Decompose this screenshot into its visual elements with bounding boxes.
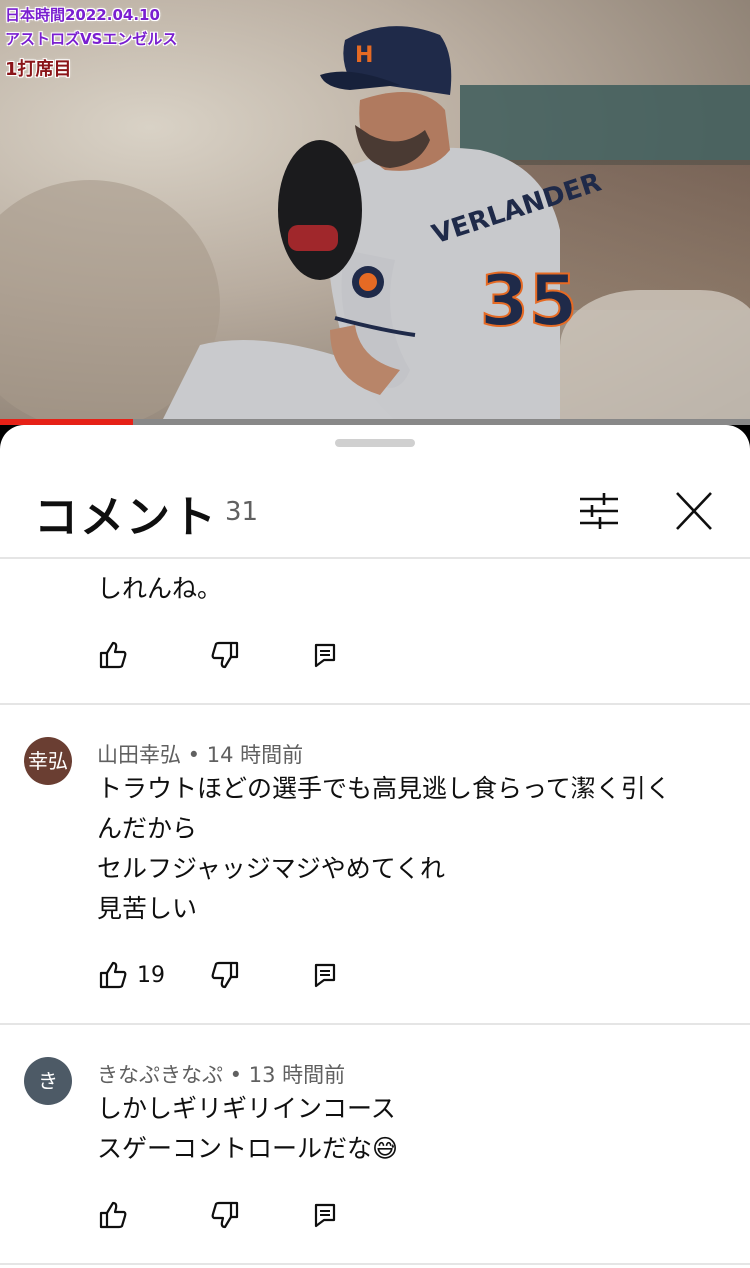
video-overlay-date: 日本時間2022.04.10 xyxy=(5,6,160,24)
comment-actions xyxy=(97,635,497,675)
close-button[interactable] xyxy=(665,485,723,537)
comment-item: しれんね。 xyxy=(0,559,750,705)
thumbs-down-icon xyxy=(211,1201,239,1229)
thumbs-up-icon xyxy=(99,1201,127,1229)
comments-count: 31 xyxy=(225,497,259,527)
dislike-button[interactable] xyxy=(209,1195,241,1235)
like-button[interactable] xyxy=(97,1195,129,1235)
video-player[interactable]: H VERLANDER 35 日本時間2022.04.10 アストロズVSエンゼ… xyxy=(0,0,750,425)
comment-text: しかしギリギリインコース スゲーコントロールだな😅 xyxy=(97,1094,399,1163)
dislike-button[interactable] xyxy=(209,955,241,995)
comment-text: トラウトほどの選手でも高見逃し食らって潔く引く んだから セルフジャッジマジやめ… xyxy=(97,774,671,923)
comment-author-time: 山田幸弘 • 14 時間前 xyxy=(97,743,304,767)
comments-title: コメント xyxy=(34,492,218,543)
comments-sheet: コメント 31 しれんね。 幸弘 山田幸弘 • 14 時間前 トラウトほどの選手… xyxy=(0,425,750,1268)
comment-actions xyxy=(97,1195,497,1235)
comment-text: しれんね。 xyxy=(97,574,223,603)
comment-divider xyxy=(0,1263,750,1265)
reply-button[interactable] xyxy=(313,1195,337,1235)
reply-icon xyxy=(314,1203,336,1228)
comment-item: 幸弘 山田幸弘 • 14 時間前 トラウトほどの選手でも高見逃し食らって潔く引く… xyxy=(0,705,750,1023)
svg-text:35: 35 xyxy=(480,260,577,342)
dislike-button[interactable] xyxy=(209,635,241,675)
video-overlay-at-bat: 1打席目 xyxy=(5,59,72,80)
close-icon xyxy=(676,492,712,530)
drag-handle[interactable] xyxy=(335,439,415,447)
like-button[interactable] xyxy=(97,635,129,675)
pitcher-image: H VERLANDER 35 xyxy=(160,26,605,425)
comment-actions: 19 xyxy=(97,955,497,995)
thumbs-down-icon xyxy=(211,641,239,669)
comment-author-time: きなぷきなぷ • 13 時間前 xyxy=(97,1063,346,1087)
comments-header: コメント 31 xyxy=(0,465,750,557)
reply-button[interactable] xyxy=(313,955,337,995)
filter-button[interactable] xyxy=(570,485,628,537)
sliders-icon xyxy=(580,493,618,529)
avatar[interactable]: 幸弘 xyxy=(24,737,72,785)
like-button[interactable]: 19 xyxy=(97,955,165,995)
thumbs-up-icon xyxy=(99,961,127,989)
reply-button[interactable] xyxy=(313,635,337,675)
thumbs-up-icon xyxy=(99,641,127,669)
reply-icon xyxy=(314,963,336,988)
thumbs-down-icon xyxy=(211,961,239,989)
comment-item: き きなぷきなぷ • 13 時間前 しかしギリギリインコース スゲーコントロール… xyxy=(0,1025,750,1265)
video-overlay-matchup: アストロズVSエンゼルス xyxy=(5,30,178,48)
avatar[interactable]: き xyxy=(24,1057,72,1105)
svg-text:H: H xyxy=(355,43,373,68)
like-count: 19 xyxy=(137,962,165,988)
reply-icon xyxy=(314,643,336,668)
